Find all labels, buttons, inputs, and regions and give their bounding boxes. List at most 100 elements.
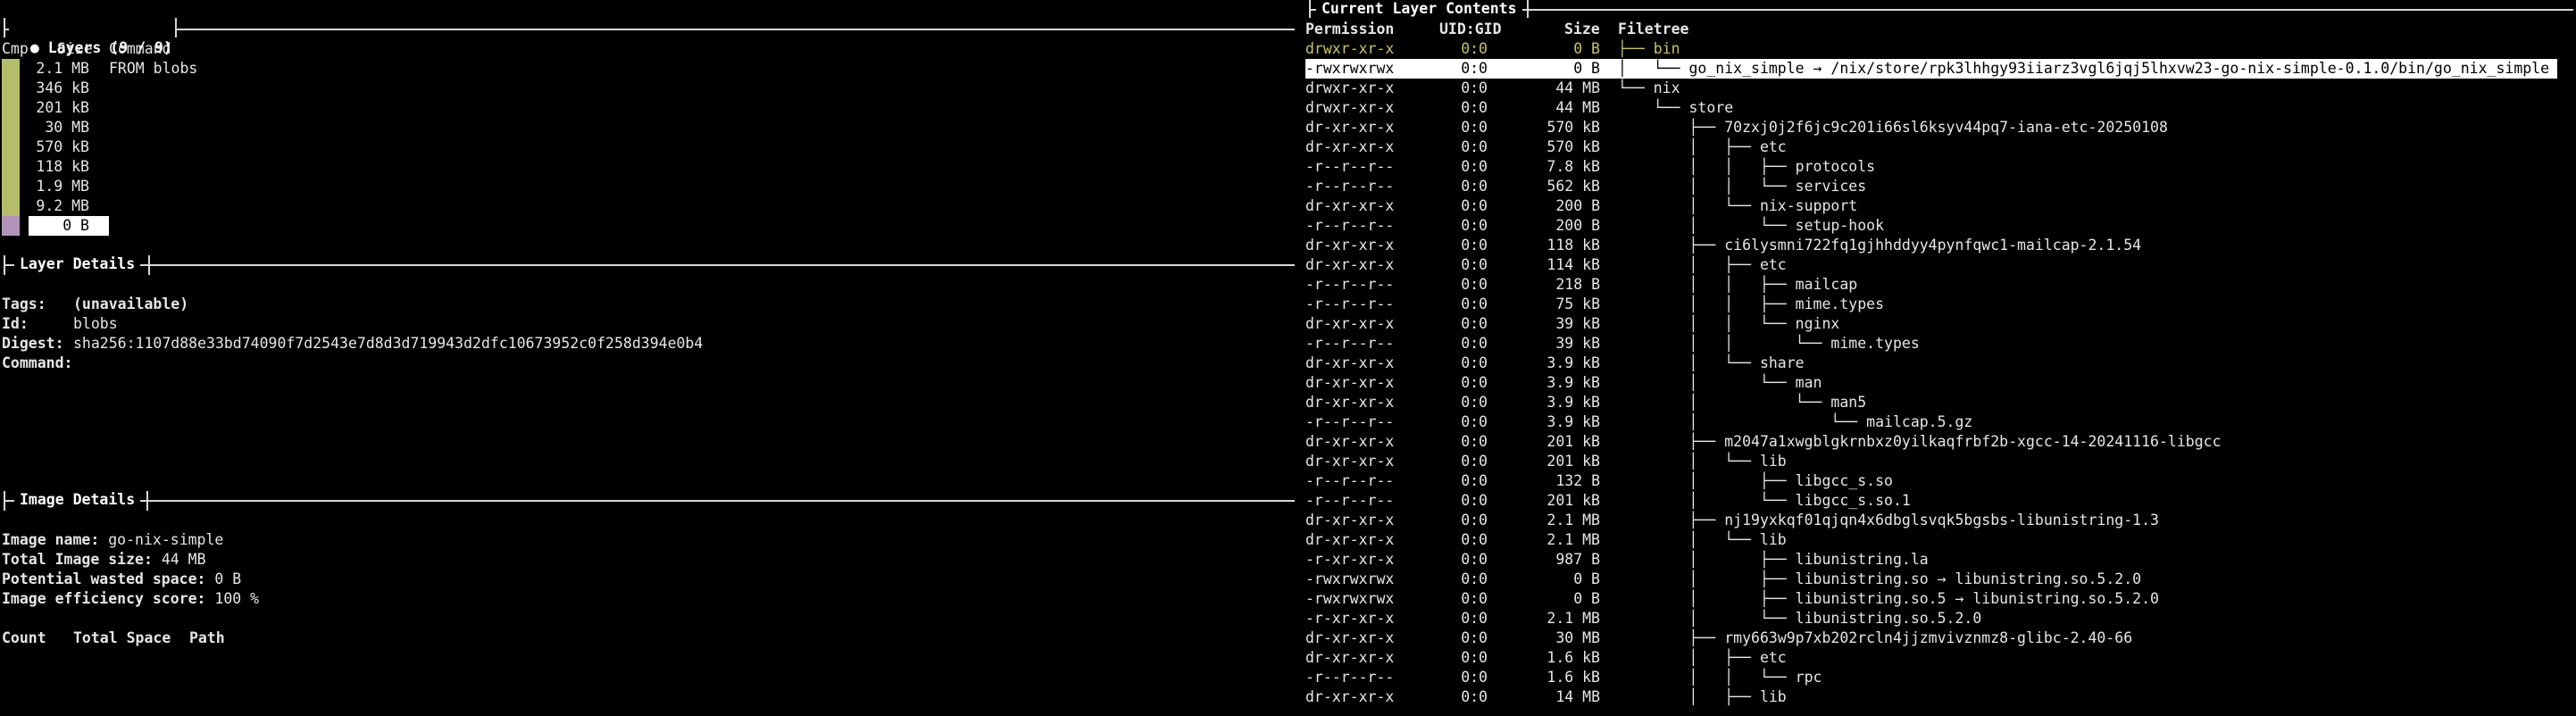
file-tree-row[interactable]: -r--r--r-- 0:0 200 B │ └── setup-hook [1305, 216, 2572, 236]
layer-size: 2.1 MB [36, 60, 89, 77]
file-tree-row[interactable]: dr-xr-xr-x 0:0 30 MB ├── rmy663w9p7xb202rc… [1305, 629, 2572, 648]
layer-row[interactable]: 1.9 MB [29, 177, 1279, 196]
total-size-value: 44 MB [161, 551, 206, 568]
layers-header-size: Size [57, 40, 93, 57]
file-tree-row[interactable]: dr-xr-xr-x 0:0 3.9 kB │ └── man5 [1305, 393, 2572, 412]
file-tree-row[interactable]: -r-xr-xr-x 0:0 2.1 MB │ └── libunistring.s… [1305, 609, 2572, 629]
file-tree-row[interactable]: -rwxrwxrwx 0:0 0 B │ ├── libunistring.so →… [1305, 570, 2572, 589]
file-tree-row[interactable]: dr-xr-xr-x 0:0 570 kB │ ├── etc [1305, 137, 2572, 157]
file-tree-entry: │ └── go_nix_simple → /nix/store/rpk3lhh… [1618, 60, 2550, 77]
file-uid-gid: 0:0 [1461, 256, 1488, 273]
file-tree-row[interactable]: -r--r--r-- 0:0 201 kB │ └── libgcc_s.so.1 [1305, 491, 2572, 511]
contents-header-permission: Permission [1305, 21, 1395, 37]
file-tree-row[interactable]: -r--r--r-- 0:0 132 B │ ├── libgcc_s.so [1305, 471, 2572, 491]
file-tree-row[interactable]: -rwxrwxrwx 0:0 0 B │ └── go_nix_simple → /n… [1305, 59, 2557, 79]
file-uid-gid: 0:0 [1461, 60, 1488, 77]
file-tree-entry: │ └── libgcc_s.so.1 [1618, 492, 1911, 509]
file-tree-entry: │ │ ├── protocols [1618, 158, 1876, 175]
file-size: 1.6 kB [1546, 649, 1600, 666]
file-tree-row[interactable]: dr-xr-xr-x 0:0 201 kB │ └── lib [1305, 452, 2572, 471]
efficiency-row: Image efficiency score: 100 % [2, 589, 259, 609]
file-tree-row[interactable]: dr-xr-xr-x 0:0 3.9 kB │ └── man [1305, 373, 2572, 393]
image-details-title: Image Details [14, 490, 141, 510]
file-tree-row[interactable]: -r--r--r-- 0:0 75 kB │ │ ├── mime.types [1305, 295, 2572, 314]
file-tree-row[interactable]: -r--r--r-- 0:0 3.9 kB │ └── mailcap.5.gz [1305, 412, 2572, 432]
file-size: 3.9 kB [1546, 413, 1600, 430]
layer-row[interactable]: 201 kB [29, 98, 1279, 118]
file-tree-row[interactable]: -r--r--r-- 0:0 1.6 kB │ │ └── rpc [1305, 668, 2572, 687]
file-size: 132 B [1555, 472, 1600, 489]
file-permission: dr-xr-xr-x [1305, 119, 1395, 136]
file-tree-row[interactable]: drwxr-xr-x 0:0 0 B ├── bin [1305, 39, 2572, 59]
file-uid-gid: 0:0 [1461, 610, 1488, 627]
file-tree-row[interactable]: dr-xr-xr-x 0:0 201 kB ├── m2047a1xwgblgkrn… [1305, 432, 2572, 452]
file-tree-entry: ├── rmy663w9p7xb202rcln4jjzmvivznmz8-gli… [1618, 629, 2133, 646]
layer-row[interactable]: 0 B [29, 216, 109, 236]
layer-row[interactable]: 2.1 MB FROM blobs [29, 59, 1279, 79]
file-uid-gid: 0:0 [1461, 512, 1488, 529]
file-tree-row[interactable]: -r--r--r-- 0:0 39 kB │ │ └── mime.types [1305, 334, 2572, 354]
inefficiency-header-total-space: Total Space [73, 629, 171, 646]
file-tree-row[interactable]: drwxr-xr-x 0:0 44 MB └── store [1305, 98, 2572, 118]
file-tree-row[interactable]: dr-xr-xr-x 0:0 118 kB ├── ci6lysmni722fq1g… [1305, 236, 2572, 255]
file-size: 3.9 kB [1546, 394, 1600, 411]
file-size: 44 MB [1555, 79, 1600, 96]
file-permission: dr-xr-xr-x [1305, 453, 1395, 470]
file-size: 0 B [1573, 60, 1600, 77]
file-tree-row[interactable]: dr-xr-xr-x 0:0 2.1 MB │ └── lib [1305, 530, 2572, 550]
file-permission: -rwxrwxrwx [1305, 570, 1395, 587]
focus-bullet-icon: ● [29, 39, 39, 56]
file-tree-row[interactable]: dr-xr-xr-x 0:0 3.9 kB │ └── share [1305, 354, 2572, 373]
file-tree-entry: ├── nj19yxkqf01qjqn4x6dbglsvqk5bgsbs-lib… [1618, 512, 2159, 529]
file-tree-row[interactable]: dr-xr-xr-x 0:0 114 kB │ ├── etc [1305, 255, 2572, 275]
file-permission: dr-xr-xr-x [1305, 374, 1395, 391]
file-tree-row[interactable]: drwxr-xr-x 0:0 44 MB └── nix [1305, 79, 2572, 98]
file-uid-gid: 0:0 [1461, 335, 1488, 352]
file-tree-row[interactable]: dr-xr-xr-x 0:0 14 MB │ ├── lib [1305, 687, 2572, 707]
contents-header-size: Size [1564, 21, 1600, 37]
file-uid-gid: 0:0 [1461, 99, 1488, 116]
file-tree-row[interactable]: -r--r--r-- 0:0 7.8 kB │ │ ├── protocols [1305, 157, 2572, 177]
layer-compare-bar [2, 118, 20, 137]
file-tree-row[interactable]: -rwxrwxrwx 0:0 0 B │ ├── libunistring.so.5… [1305, 589, 2572, 609]
layer-row[interactable]: 346 kB [29, 79, 1279, 98]
file-tree-entry: │ ├── etc [1618, 649, 1787, 666]
file-size: 3.9 kB [1546, 374, 1600, 391]
file-tree-row[interactable]: dr-xr-xr-x 0:0 570 kB ├── 70zxj0j2f6jc9c20… [1305, 118, 2572, 137]
file-permission: -r--r--r-- [1305, 178, 1395, 195]
file-uid-gid: 0:0 [1461, 158, 1488, 175]
file-tree-entry: └── store [1618, 99, 1734, 116]
file-tree-row[interactable]: dr-xr-xr-x 0:0 39 kB │ │ └── nginx [1305, 314, 2572, 334]
file-permission: -r--r--r-- [1305, 472, 1395, 489]
file-uid-gid: 0:0 [1461, 531, 1488, 548]
file-permission: drwxr-xr-x [1305, 40, 1395, 57]
layer-row[interactable]: 9.2 MB [29, 196, 1279, 216]
layer-row[interactable]: 30 MB [29, 118, 1279, 137]
file-permission: dr-xr-xr-x [1305, 688, 1395, 705]
file-size: 562 kB [1546, 178, 1600, 195]
layers-header-command: Command [109, 40, 171, 57]
file-uid-gid: 0:0 [1461, 237, 1488, 254]
layer-row[interactable]: 570 kB [29, 137, 1279, 157]
file-permission: -r--r--r-- [1305, 158, 1395, 175]
file-tree-row[interactable]: dr-xr-xr-x 0:0 200 B │ └── nix-support [1305, 196, 2572, 216]
file-tree-entry: │ └── lib [1618, 531, 1787, 548]
id-value: blobs [73, 315, 118, 332]
file-tree-entry: │ ├── libunistring.la [1618, 551, 1929, 568]
file-uid-gid: 0:0 [1461, 413, 1488, 430]
file-permission: dr-xr-xr-x [1305, 256, 1395, 273]
wasted-space-label: Potential wasted space: [2, 570, 206, 587]
layer-row[interactable]: 118 kB [29, 157, 1279, 177]
file-size: 39 kB [1555, 335, 1600, 352]
file-tree-row[interactable]: dr-xr-xr-x 0:0 2.1 MB ├── nj19yxkqf01qjqn4… [1305, 511, 2572, 530]
file-tree-row[interactable]: -r--r--r-- 0:0 562 kB │ │ └── services [1305, 177, 2572, 196]
file-tree-entry: │ ├── libgcc_s.so [1618, 472, 1893, 489]
file-tree-row[interactable]: dr-xr-xr-x 0:0 1.6 kB │ ├── etc [1305, 648, 2572, 668]
file-tree-entry: ├── m2047a1xwgblgkrnbxz0yilkaqfrbf2b-xgc… [1618, 433, 2222, 450]
file-tree-row[interactable]: -r--r--r-- 0:0 218 B │ │ ├── mailcap [1305, 275, 2572, 295]
file-uid-gid: 0:0 [1461, 590, 1488, 607]
file-size: 200 B [1555, 197, 1600, 214]
file-permission: -r--r--r-- [1305, 217, 1395, 234]
file-tree-row[interactable]: -r-xr-xr-x 0:0 987 B │ ├── libunistring.la [1305, 550, 2572, 570]
file-permission: dr-xr-xr-x [1305, 394, 1395, 411]
